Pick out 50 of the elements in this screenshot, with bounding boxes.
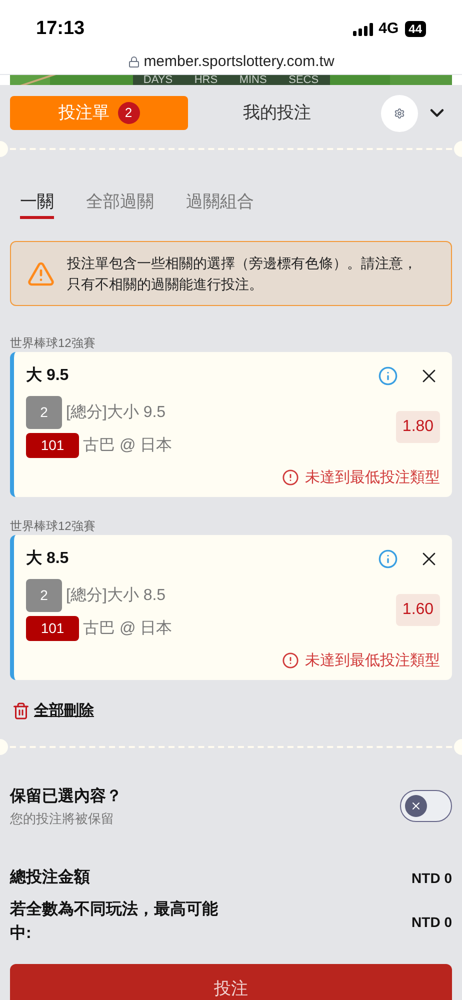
lock-icon [128, 56, 140, 68]
header-tab[interactable]: 投注單 2 [10, 96, 188, 130]
warning-text: 投注單包含一些相關的選擇（旁邊標有色條）。請注意，只有不相關的過關能進行投注。 [67, 254, 418, 294]
market-name: [總分]大小 8.5 [66, 586, 166, 606]
countdown-label: SECS [288, 75, 319, 85]
keep-title: 保留已選內容？ [10, 786, 122, 806]
league-name: 世界棒球12強賽 [9, 518, 96, 535]
error-text: 未達到最低投注類型 [305, 468, 440, 488]
trash-icon [12, 702, 30, 720]
bet-type-tab[interactable]: 過關組合 [186, 187, 254, 219]
total-label: 若全數為不同玩法，最高可能中: [10, 899, 219, 944]
warning-icon [27, 260, 55, 288]
status-time: 17:13 [36, 16, 85, 41]
settings-icon [394, 108, 405, 118]
countdown-label: HRS [194, 75, 218, 85]
odds-value[interactable]: 1.60 [396, 594, 440, 626]
settings-button[interactable] [381, 94, 418, 132]
count-badge: 2 [118, 102, 140, 124]
info-icon[interactable] [378, 549, 398, 569]
info-icon[interactable] [378, 366, 398, 386]
match-code: 101 [26, 433, 79, 458]
network-label: 4G [378, 18, 399, 39]
delete-all-link[interactable]: 全部刪除 [12, 700, 94, 722]
market-code: 2 [26, 396, 62, 429]
total-value: NTD 0 [412, 868, 452, 888]
selection-title: 大 9.5 [26, 366, 69, 386]
match-name: 古巴 @ 日本 [83, 618, 172, 638]
keep-toggle[interactable] [400, 790, 452, 822]
selection-title: 大 8.5 [26, 548, 69, 569]
match-name: 古巴 @ 日本 [83, 436, 172, 456]
error-icon [282, 469, 299, 486]
odds-value[interactable]: 1.80 [396, 411, 440, 443]
bet-type-tab[interactable]: 一關 [20, 187, 54, 219]
countdown-label: MINS [239, 75, 267, 85]
signal-icon [352, 22, 373, 36]
error-icon [282, 652, 299, 670]
market-name: [總分]大小 9.5 [66, 402, 166, 422]
market-code: 2 [26, 579, 62, 612]
x-icon [410, 800, 422, 812]
error-text: 未達到最低投注類型 [305, 650, 440, 670]
battery-icon: 44 [404, 21, 426, 37]
countdown-label: DAYS [143, 75, 173, 85]
keep-subtitle: 您的投注將被保留 [10, 810, 115, 828]
total-label: 總投注金額 [10, 867, 91, 888]
match-code: 101 [26, 616, 79, 641]
total-value: NTD 0 [412, 912, 452, 932]
header-tab[interactable]: 我的投注 [188, 96, 366, 130]
league-name: 世界棒球12強賽 [9, 335, 96, 352]
submit-button[interactable]: 投注 [10, 964, 452, 1000]
bet-type-tab[interactable]: 全部過關 [86, 187, 154, 219]
